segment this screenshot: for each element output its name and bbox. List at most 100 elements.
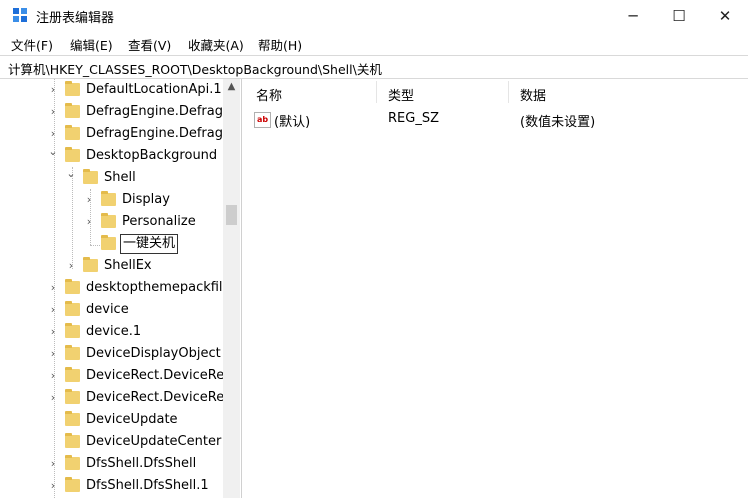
address-bar[interactable]: 计算机\HKEY_CLASSES_ROOT\DesktopBackground\… [0,55,748,79]
menu-view[interactable]: 查看(V) [128,35,171,54]
tree-item[interactable]: › DefragEngine.Defrag [0,123,240,145]
tree-item[interactable]: › DeviceDisplayObject [0,343,240,365]
tree-item[interactable]: ⌄ DesktopBackground [0,145,240,167]
tree-item-label: ShellEx [104,258,152,273]
chevron-right-icon[interactable]: › [48,325,58,338]
tree-item-label: DeviceUpdate [86,412,178,427]
tree-item-label: DfsShell.DfsShell [86,456,197,471]
tree-item[interactable]: ⌄ Shell [0,167,240,189]
scroll-up-icon[interactable]: ▲ [223,81,240,95]
menu-edit[interactable]: 编辑(E) [70,35,113,54]
tree-item-label: DeviceRect.DeviceRec [86,368,232,383]
tree-item[interactable]: › device [0,299,240,321]
window-title: 注册表编辑器 [36,11,115,26]
minimize-button[interactable]: ─ [610,0,656,31]
tree-item[interactable]: › ShellEx [0,255,240,277]
tree-scrollbar[interactable]: ▲ [223,79,240,498]
value-type: REG_SZ [388,111,439,126]
menu-help[interactable]: 帮助(H) [258,35,302,54]
chevron-right-icon[interactable]: › [48,457,58,470]
chevron-right-icon[interactable]: › [48,303,58,316]
maximize-button[interactable]: ☐ [656,0,702,31]
chevron-right-icon[interactable]: › [48,369,58,382]
tree-item[interactable]: › Personalize [0,211,240,233]
chevron-right-icon[interactable]: › [48,281,58,294]
folder-icon [65,367,80,382]
tree-item-label: DesktopBackground [86,148,218,163]
folder-icon [101,213,116,228]
tree-item[interactable]: › DfsShell.DfsShell.1 [0,475,240,497]
tree-item-label: Display [122,192,170,207]
tree-item[interactable]: 一键关机 [0,233,240,255]
minimize-icon: ─ [628,6,638,25]
menu-favorites[interactable]: 收藏夹(A) [188,35,244,54]
folder-icon [65,345,80,360]
tree-item-label: Shell [104,170,136,185]
registry-editor-icon [13,8,28,23]
scroll-thumb[interactable] [226,205,237,225]
folder-icon [65,433,80,448]
title-bar: 注册表编辑器 ─ ☐ ✕ [0,0,748,31]
column-divider[interactable] [376,81,377,103]
tree-item-label: device.1 [86,324,142,339]
folder-icon [65,81,80,96]
folder-icon [65,477,80,492]
tree-item[interactable]: › desktopthemepackfil [0,277,240,299]
menu-file[interactable]: 文件(F) [11,35,53,54]
folder-icon [65,147,80,162]
values-list: 名称 类型 数据 ab (默认) REG_SZ (数值未设置) [242,79,748,498]
folder-icon [65,411,80,426]
value-name[interactable]: (默认) [274,111,310,130]
tree-item-rename-input[interactable]: 一键关机 [120,234,179,254]
chevron-right-icon[interactable]: › [84,193,94,206]
chevron-right-icon[interactable]: › [84,215,94,228]
tree-item-label: DefaultLocationApi.1 [86,82,222,97]
column-divider[interactable] [508,81,509,103]
tree-item-label: DeviceRect.DeviceRec [86,390,232,405]
chevron-right-icon[interactable]: › [48,391,58,404]
folder-icon [83,169,98,184]
tree-item[interactable]: › DefaultLocationApi.1 [0,79,240,101]
menu-bar: 文件(F) 编辑(E) 查看(V) 收藏夹(A) 帮助(H) [0,31,748,53]
folder-icon [65,279,80,294]
tree-item-label: DefragEngine.Defrag [86,104,223,119]
close-button[interactable]: ✕ [702,0,748,31]
tree-item-label: device [86,302,129,317]
folder-icon [65,389,80,404]
maximize-icon: ☐ [672,6,686,25]
tree-item[interactable]: › DeviceRect.DeviceRec [0,365,240,387]
chevron-down-icon[interactable]: ⌄ [66,167,76,180]
tree-item[interactable]: › DefragEngine.Defrag [0,101,240,123]
folder-icon [65,323,80,338]
folder-icon [101,235,116,250]
chevron-right-icon[interactable]: › [48,347,58,360]
chevron-right-icon[interactable]: › [48,105,58,118]
tree-item-label: desktopthemepackfil [86,280,223,295]
tree-item[interactable]: › DeviceRect.DeviceRec [0,387,240,409]
close-icon: ✕ [718,6,732,25]
folder-icon [83,257,98,272]
tree-item-label: DfsShell.DfsShell.1 [86,478,209,493]
column-header-type[interactable]: 类型 [388,85,414,104]
chevron-right-icon[interactable]: › [48,127,58,140]
folder-icon [65,103,80,118]
tree-item-label: DeviceUpdateCenter [86,434,222,449]
key-tree: › DefaultLocationApi.1 › DefragEngine.Defra… [0,79,242,498]
address-path[interactable]: 计算机\HKEY_CLASSES_ROOT\DesktopBackground\… [8,59,382,78]
folder-icon [65,455,80,470]
column-header-name[interactable]: 名称 [256,85,282,104]
chevron-down-icon[interactable]: ⌄ [48,145,58,158]
string-value-icon: ab [254,112,271,128]
chevron-right-icon[interactable]: › [48,83,58,96]
tree-item[interactable]: DeviceUpdateCenter [0,431,240,453]
tree-item[interactable]: › Display [0,189,240,211]
tree-item[interactable]: › DfsShell.DfsShell [0,453,240,475]
tree-item[interactable]: DeviceUpdate [0,409,240,431]
chevron-right-icon[interactable]: › [48,479,58,492]
chevron-right-icon[interactable]: › [66,259,76,272]
tree-item[interactable]: › device.1 [0,321,240,343]
folder-icon [65,125,80,140]
value-data: (数值未设置) [520,115,596,130]
tree-item-label: Personalize [122,214,196,229]
column-header-data[interactable]: 数据 [520,85,546,104]
